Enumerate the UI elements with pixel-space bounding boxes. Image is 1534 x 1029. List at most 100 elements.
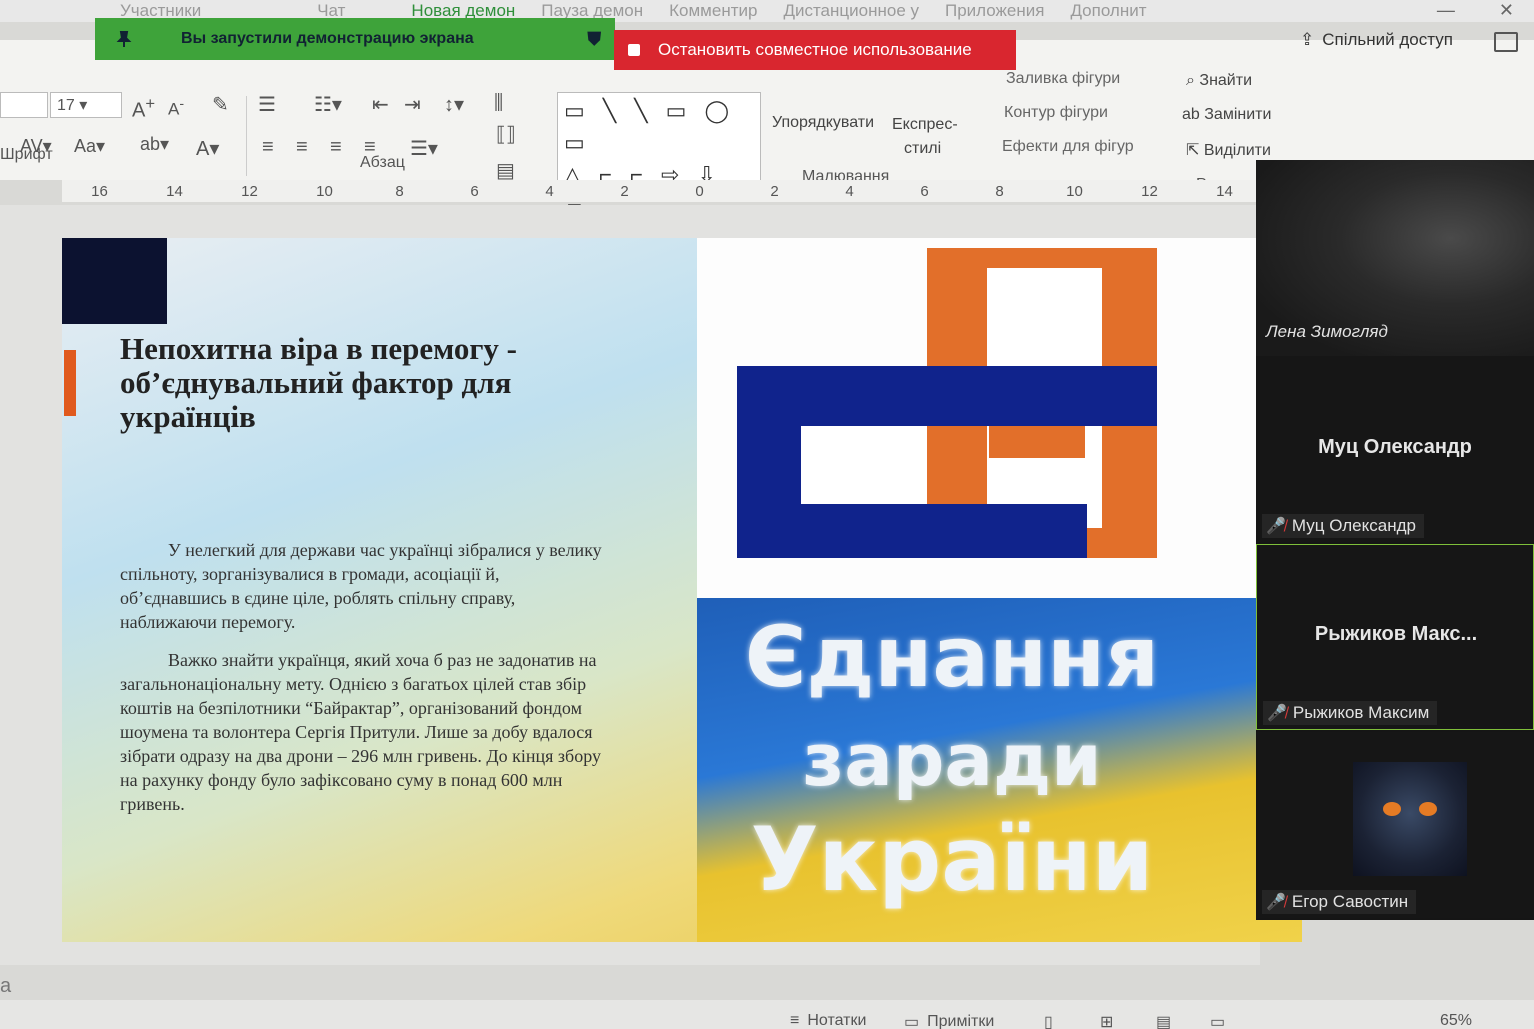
font-size-field[interactable]: 17 ▾ [50, 92, 122, 118]
align-right-icon[interactable]: ≡ [330, 136, 342, 159]
mic-muted-icon: 🎤̸ [1267, 705, 1287, 722]
slide-body-text[interactable]: У нелегкий для держави час українці зібр… [120, 538, 610, 830]
clear-format-icon[interactable]: ✎ [212, 92, 229, 117]
participant-name-tag: Лена Зимогляд [1262, 320, 1396, 344]
slide-paragraph-2: Важко знайти українця, який хоча б раз н… [120, 650, 601, 814]
pin-icon[interactable] [115, 30, 133, 48]
reading-view-icon[interactable]: ▤ [1156, 1012, 1171, 1029]
font-size-value: 17 [57, 97, 75, 114]
stop-sharing-label: Остановить совместное использование [658, 40, 972, 59]
screen-share-banner: Вы запустили демонстрацию экрана ⛊ [95, 18, 615, 60]
align-center-icon[interactable]: ≡ [296, 136, 308, 159]
share-icon: ⇪ [1300, 30, 1315, 49]
ruler-tick: 6 [920, 182, 929, 200]
participant-tile[interactable]: Рыжиков Макс... 🎤̸ Рыжиков Максим [1256, 544, 1534, 730]
slide[interactable]: Непохитна віра в перемогу - об’єднувальн… [62, 238, 1302, 942]
participant-name: Муц Олександр [1291, 516, 1416, 535]
decrease-indent-icon[interactable]: ⇤ [372, 92, 389, 117]
horizontal-ruler[interactable]: 16 14 12 10 8 6 4 2 0 2 4 6 8 10 12 14 [62, 180, 1262, 202]
find-button[interactable]: ⌕ Знайти [1186, 72, 1252, 90]
quick-styles-line2[interactable]: стилі [904, 140, 941, 158]
ruler-tick: 4 [545, 182, 554, 200]
divider [246, 96, 247, 176]
slideshow-icon[interactable]: ▭ [1210, 1012, 1225, 1029]
ruler-tick: 8 [395, 182, 404, 200]
numbering-icon[interactable]: ☷▾ [314, 92, 342, 117]
highlight-icon[interactable]: ab▾ [140, 134, 169, 155]
columns-icon[interactable]: ⫼ [494, 92, 503, 115]
notes-label: Нотатки [807, 1012, 867, 1029]
share-access-label: Спільний доступ [1322, 30, 1453, 49]
increase-indent-icon[interactable]: ⇥ [404, 92, 421, 117]
shapes-gallery[interactable]: ▭ ╲ ╲ ▭ ◯ ▭ △ ⌐ ⌐ ⇨ ⇩ ▱ ↯ ⌒ ∿ { } ☆ [557, 92, 761, 251]
banner-line-1: Єднання [744, 608, 1160, 706]
participant-tile[interactable]: Лена Зимогляд [1256, 160, 1534, 356]
ruler-tick: 10 [1066, 182, 1083, 200]
grow-font-icon[interactable]: A+ [132, 94, 155, 123]
comment-icon[interactable] [1494, 32, 1518, 52]
stop-icon [628, 44, 640, 56]
participant-name-tag: 🎤̸ Рыжиков Максим [1263, 701, 1438, 725]
slide-title[interactable]: Непохитна віра в перемогу - об’єднувальн… [120, 332, 590, 434]
shrink-font-icon[interactable]: A- [168, 96, 184, 120]
zoom-level[interactable]: 65% [1440, 1012, 1472, 1029]
shape-effects-button[interactable]: Ефекти для фігур [1002, 138, 1134, 156]
participant-name: Лена Зимогляд [1266, 322, 1388, 341]
select-button[interactable]: ⇱ Виділити [1186, 140, 1271, 160]
ruler-tick: 14 [166, 182, 183, 200]
normal-view-icon[interactable]: ▯ [1044, 1012, 1053, 1029]
notes-icon: ≡ [790, 1012, 800, 1029]
change-case-icon[interactable]: Aa▾ [74, 136, 105, 157]
shape-outline-button[interactable]: Контур фігури [1004, 104, 1108, 122]
replace-button[interactable]: ab Замінити [1182, 106, 1271, 124]
participant-tile[interactable]: 🎤̸ Егор Савостин [1256, 732, 1534, 918]
mic-muted-icon: 🎤̸ [1266, 518, 1286, 535]
close-icon[interactable]: ✕ [1499, 0, 1514, 21]
replace-icon: ab [1182, 106, 1205, 123]
ruler-tick: 8 [995, 182, 1004, 200]
ruler-tick: 6 [470, 182, 479, 200]
cursor-icon: ⇱ [1186, 142, 1204, 159]
text-direction-icon[interactable]: ⟦⟧ [496, 122, 516, 147]
share-banner-text: Вы запустили демонстрацию экрана [181, 30, 474, 47]
menu-annotate[interactable]: Комментир [669, 1, 757, 21]
unity-banner-text: Єднання заради України [697, 598, 1302, 942]
participant-display-name: Рыжиков Макс... [1314, 623, 1478, 645]
column-layout-icon[interactable]: ☰▾ [410, 136, 438, 161]
shape-fill-button[interactable]: Заливка фігури [1006, 70, 1120, 88]
menu-more[interactable]: Дополнит [1070, 1, 1146, 21]
bullets-icon[interactable]: ☰ [258, 92, 276, 117]
stop-sharing-button[interactable]: Остановить совместное использование [614, 30, 1016, 70]
minimize-icon[interactable]: — [1437, 0, 1455, 21]
ruler-tick: 12 [241, 182, 258, 200]
mic-muted-icon: 🎤̸ [1266, 894, 1286, 911]
menu-apps[interactable]: Приложения [945, 1, 1044, 21]
share-access-button[interactable]: ⇪ Спільний доступ [1300, 30, 1453, 50]
banner-line-3: України [750, 808, 1154, 911]
comments-button[interactable]: ▭ Примітки [904, 1012, 994, 1029]
quick-styles-line1[interactable]: Експрес- [892, 116, 958, 134]
align-left-icon[interactable]: ≡ [262, 136, 274, 159]
participant-tile[interactable]: Муц Олександр 🎤̸ Муц Олександр [1256, 356, 1534, 542]
participants-panel: Лена Зимогляд Муц Олександр 🎤̸ Муц Олекс… [1256, 160, 1534, 920]
line-spacing-icon[interactable]: ↕▾ [444, 92, 464, 117]
menu-remote-control[interactable]: Дистанционное у [783, 1, 919, 21]
slide-accent-bar [64, 350, 76, 416]
window-controls: — ✕ [1437, 0, 1514, 21]
font-name-field[interactable] [0, 92, 48, 118]
unity-logo-graphic [737, 248, 1157, 558]
ruler-tick: 14 [1216, 182, 1233, 200]
search-icon: ⌕ [1186, 72, 1200, 89]
participant-name: Рыжиков Максим [1292, 703, 1430, 722]
arrange-button[interactable]: Упорядкувати [772, 114, 874, 132]
font-group-label: Шрифт [0, 146, 53, 163]
font-color-icon[interactable]: A▾ [196, 136, 219, 161]
ruler-tick: 2 [620, 182, 629, 200]
replace-label: Замінити [1204, 106, 1272, 123]
status-left-text: а [0, 975, 12, 997]
notes-button[interactable]: ≡ Нотатки [790, 1012, 866, 1029]
ruler-tick: 0 [695, 182, 704, 200]
ruler-tick: 16 [91, 182, 108, 200]
slide-sorter-icon[interactable]: ⊞ [1100, 1012, 1113, 1029]
banner-line-2: заради [802, 718, 1102, 802]
